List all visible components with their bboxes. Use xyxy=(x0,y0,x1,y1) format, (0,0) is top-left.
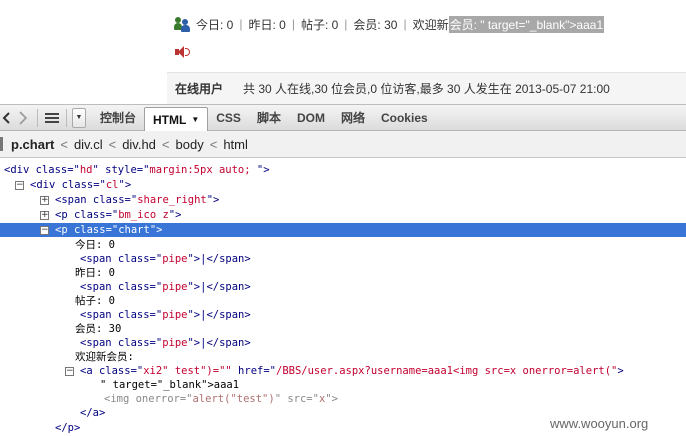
users-icon xyxy=(174,16,190,32)
tree-text-posts: 帖子: 0 xyxy=(75,295,115,307)
menu-icon[interactable] xyxy=(41,107,63,129)
tree-text-welcome: 欢迎新会员: xyxy=(75,351,134,363)
expand-toggle-icon[interactable]: + xyxy=(40,196,49,205)
html-tree: <div class="hd" style="margin:5px auto; … xyxy=(0,159,686,436)
tree-node-span-pipe[interactable]: <span class="pipe">|</span> xyxy=(80,252,251,266)
collapse-toggle-icon[interactable]: − xyxy=(65,367,74,376)
tree-node-div-hd[interactable]: <div class="hd" style="margin:5px auto; … xyxy=(4,163,270,177)
new-member-link[interactable]: 会员: " target="_blank">aaa1 xyxy=(448,15,605,33)
tab-cookies[interactable]: Cookies xyxy=(373,107,436,129)
breadcrumb-item[interactable]: div.cl xyxy=(71,137,106,152)
tree-node-p-chart-selected[interactable]: <p class="chart"> xyxy=(0,223,686,237)
stat-yesterday: 昨日: 0 xyxy=(248,17,286,32)
tree-node-div-cl[interactable]: <div class="cl"> xyxy=(30,178,131,192)
stat-posts: 帖子: 0 xyxy=(300,17,339,32)
breadcrumb: p.chart < div.cl < div.hd < body < html xyxy=(0,131,686,158)
tab-css[interactable]: CSS xyxy=(208,107,249,129)
panel-edge-icon xyxy=(0,137,3,151)
tree-node-img[interactable]: <img onerror="alert("test")" src="x"> xyxy=(104,392,338,406)
tree-node-span-pipe[interactable]: <span class="pipe">|</span> xyxy=(80,280,251,294)
firebug-toolbar: ▼ 控制台 HTML ▼ CSS 脚本 DOM 网络 Cookies xyxy=(0,104,686,131)
expand-toggle-icon[interactable]: + xyxy=(40,211,49,220)
forum-stats: 今日: 0 | 昨日: 0 | 帖子: 0 | 会员: 30 | 欢迎新 会员:… xyxy=(174,15,605,33)
stat-members: 会员: 30 xyxy=(353,17,398,32)
tab-script[interactable]: 脚本 xyxy=(249,107,289,129)
dropdown-icon[interactable]: ▼ xyxy=(72,107,86,128)
tree-text-yesterday: 昨日: 0 xyxy=(75,267,115,279)
caret-down-icon: ▼ xyxy=(191,115,200,124)
tree-node-p-bm-ico[interactable]: <p class="bm_ico z"> xyxy=(55,208,181,222)
collapse-toggle-icon[interactable]: − xyxy=(15,181,24,190)
tree-node-a-close: </a> xyxy=(80,407,106,419)
tab-console[interactable]: 控制台 xyxy=(92,107,144,129)
welcome-prefix: 欢迎新 xyxy=(412,17,449,32)
tab-network[interactable]: 网络 xyxy=(333,107,373,129)
collapse-toggle-icon[interactable]: − xyxy=(40,226,49,235)
forum-page: 今日: 0 | 昨日: 0 | 帖子: 0 | 会员: 30 | 欢迎新 会员:… xyxy=(0,0,686,104)
online-users-title[interactable]: 在线用户 xyxy=(175,80,223,97)
watermark: www.wooyun.org xyxy=(550,416,649,431)
stat-today: 今日: 0 xyxy=(196,17,234,32)
tree-node-span-pipe[interactable]: <span class="pipe">|</span> xyxy=(80,308,251,322)
tree-node-p-close: </p> xyxy=(55,422,81,434)
back-chevron-icon[interactable] xyxy=(0,107,12,129)
tab-dom[interactable]: DOM xyxy=(289,107,333,129)
breadcrumb-item[interactable]: html xyxy=(220,137,251,152)
online-users-panel: 在线用户 共 30 人在线,30 位会员,0 位访客,最多 30 人发生在 20… xyxy=(167,72,686,104)
tree-node-span-share-right[interactable]: <span class="share_right"> xyxy=(55,193,219,207)
tree-node-a-xi2[interactable]: <a class="xi2" test")="" href="/BBS/user… xyxy=(80,364,624,378)
forward-chevron-icon[interactable] xyxy=(12,107,34,129)
breadcrumb-item[interactable]: div.hd xyxy=(119,137,159,152)
tab-html[interactable]: HTML ▼ xyxy=(144,107,209,131)
breadcrumb-item[interactable]: p.chart xyxy=(8,137,57,152)
tree-text-today: 今日: 0 xyxy=(75,239,115,251)
tree-text-members: 会员: 30 xyxy=(75,323,122,335)
speaker-icon[interactable] xyxy=(174,46,190,58)
breadcrumb-item[interactable]: body xyxy=(173,137,207,152)
tree-text-anchor-content: " target="_blank">aaa1 xyxy=(100,379,240,391)
online-users-summary: 共 30 人在线,30 位会员,0 位访客,最多 30 人发生在 2013-05… xyxy=(243,82,610,96)
tree-node-span-pipe[interactable]: <span class="pipe">|</span> xyxy=(80,336,251,350)
